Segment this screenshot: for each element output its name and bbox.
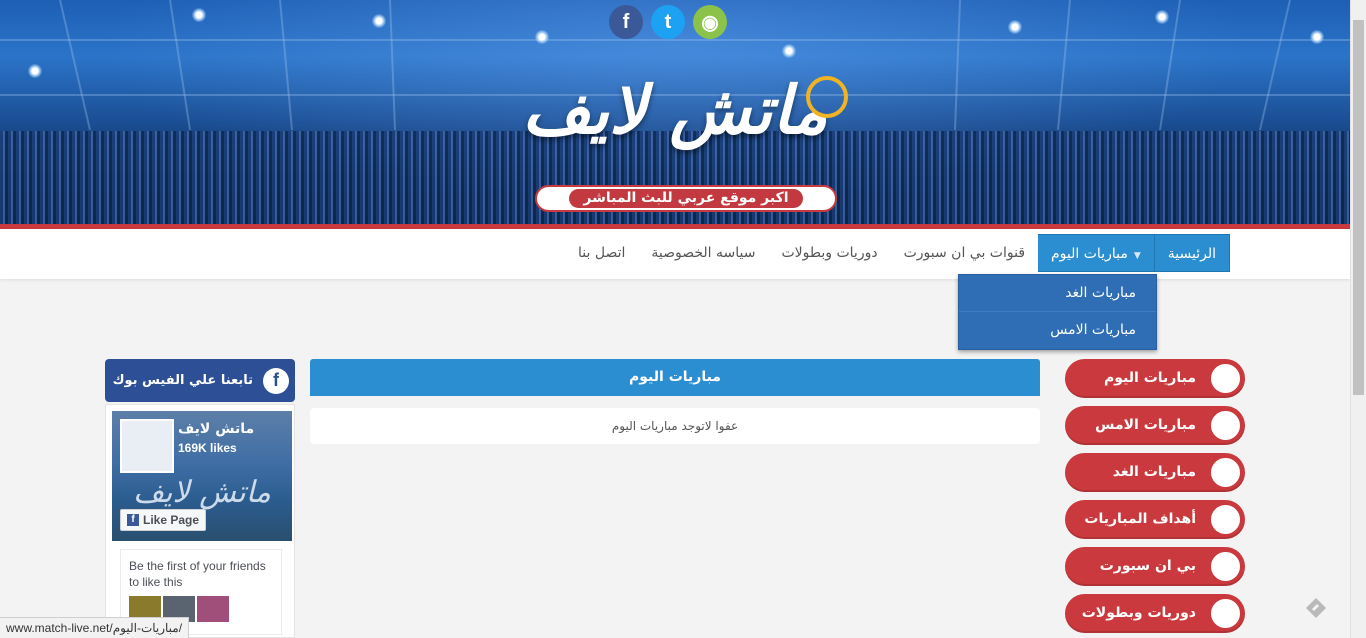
sidebar-item-match-goals[interactable]: أهداف المباريات	[1065, 500, 1245, 539]
tagline-banner: اكبر موقع عربي للبث المباشر	[535, 185, 837, 212]
facebook-likes-count: 169K likes	[178, 441, 237, 455]
soccer-ball-icon	[1209, 456, 1242, 489]
stadium-light	[1310, 30, 1324, 44]
sidebar-item-leagues[interactable]: دوريات وبطولات	[1065, 594, 1245, 633]
soccer-ball-icon	[1209, 362, 1242, 395]
avatar[interactable]	[197, 596, 229, 622]
nav-item-label: مباريات اليوم	[1051, 246, 1128, 262]
sidebar-item-label: دوريات وبطولات	[1081, 605, 1196, 621]
facebook-icon: f	[127, 514, 139, 526]
header-banner: f t ◉ ماتش لايف اكبر موقع عربي للبث المب…	[0, 0, 1350, 226]
sidebar-item-label: أهداف المباريات	[1084, 511, 1196, 527]
social-links: f t ◉	[609, 5, 727, 39]
sidebar-item-yesterday-matches[interactable]: مباريات الامس	[1065, 406, 1245, 445]
feedback-icon[interactable]	[1304, 596, 1328, 620]
page-title: مباريات اليوم	[310, 359, 1040, 396]
browser-status-url: www.match-live.net/مباريات-اليوم/	[0, 617, 190, 638]
nav-item-home[interactable]: الرئيسية	[1153, 234, 1230, 272]
logo-ball-icon	[806, 76, 848, 118]
facebook-cover-logo: ماتش لايف	[133, 475, 271, 510]
facebook-page-widget: ماتش لايف 169K likes ماتش لايف f Like Pa…	[105, 404, 295, 638]
stadium-light	[28, 64, 42, 78]
empty-matches-message: عفوا لاتوجد مباريات اليوم	[310, 408, 1040, 444]
stadium-light	[535, 30, 549, 44]
facebook-widget-header: تابعنا علي الفيس بوك f	[105, 359, 295, 402]
nav-item-label: قنوات بي ان سبورت	[903, 245, 1026, 261]
nav-item-contact[interactable]: اتصل بنا	[565, 234, 638, 272]
nav-item-label: اتصل بنا	[578, 245, 626, 261]
facebook-like-page-button[interactable]: f Like Page	[120, 509, 207, 531]
sidebar-item-tomorrow-matches[interactable]: مباريات الغد	[1065, 453, 1245, 492]
facebook-icon: f	[263, 367, 289, 394]
scrollbar-thumb[interactable]	[1353, 20, 1364, 395]
main-nav: الرئيسية مباريات اليوم ▼ قنوات بي ان سبور…	[0, 229, 1350, 279]
like-button-label: Like Page	[143, 513, 200, 527]
sidebar-item-label: مباريات الغد	[1112, 464, 1196, 480]
android-icon[interactable]: ◉	[693, 5, 727, 39]
facebook-widget-title: تابعنا علي الفيس بوك	[112, 373, 253, 388]
site-logo[interactable]: ماتش لايف	[490, 50, 860, 180]
dropdown-item-yesterday[interactable]: مباريات الامس	[959, 312, 1156, 349]
nav-item-bein-channels[interactable]: قنوات بي ان سبورت	[891, 234, 1038, 272]
nav-item-label: سياسه الخصوصية	[651, 245, 756, 261]
sidebar-item-label: بي ان سبورت	[1099, 558, 1196, 574]
nav-item-leagues[interactable]: دوريات وبطولات	[768, 234, 890, 272]
soccer-ball-icon	[1209, 550, 1242, 583]
stadium-light	[372, 14, 386, 28]
facebook-icon[interactable]: f	[609, 5, 643, 39]
dropdown-item-tomorrow[interactable]: مباريات الغد	[959, 275, 1156, 312]
chevron-down-icon: ▼	[1133, 251, 1141, 261]
nav-item-privacy[interactable]: سياسه الخصوصية	[638, 234, 768, 272]
page-scrollbar[interactable]	[1350, 0, 1366, 638]
logo-text: ماتش لايف	[522, 71, 828, 149]
nav-item-label: دوريات وبطولات	[781, 245, 878, 261]
facebook-page-avatar[interactable]	[120, 419, 174, 473]
sidebar-item-bein-sport[interactable]: بي ان سبورت	[1065, 547, 1245, 586]
stadium-light	[1155, 10, 1169, 24]
facebook-page-name[interactable]: ماتش لايف	[178, 421, 254, 437]
twitter-icon[interactable]: t	[651, 5, 685, 39]
sidebar-item-label: مباريات الامس	[1095, 417, 1196, 433]
nav-item-label: الرئيسية	[1167, 246, 1216, 262]
sidebar-menu: مباريات اليوم مباريات الامس مباريات الغد…	[1065, 359, 1245, 638]
tagline-text: اكبر موقع عربي للبث المباشر	[569, 189, 803, 208]
soccer-ball-icon	[1209, 503, 1242, 536]
stadium-light	[192, 8, 206, 22]
sidebar-item-today-matches[interactable]: مباريات اليوم	[1065, 359, 1245, 398]
sidebar-item-label: مباريات اليوم	[1104, 370, 1196, 386]
nav-item-today-matches[interactable]: مباريات اليوم ▼	[1038, 234, 1154, 272]
facebook-cover-image[interactable]: ماتش لايف 169K likes ماتش لايف f Like Pa…	[112, 411, 292, 541]
stadium-light	[1008, 20, 1022, 34]
soccer-ball-icon	[1209, 409, 1242, 442]
soccer-ball-icon	[1209, 597, 1242, 630]
facebook-friends-text: Be the first of your friends to like thi…	[129, 559, 266, 589]
today-matches-dropdown: مباريات الغد مباريات الامس	[958, 274, 1157, 350]
